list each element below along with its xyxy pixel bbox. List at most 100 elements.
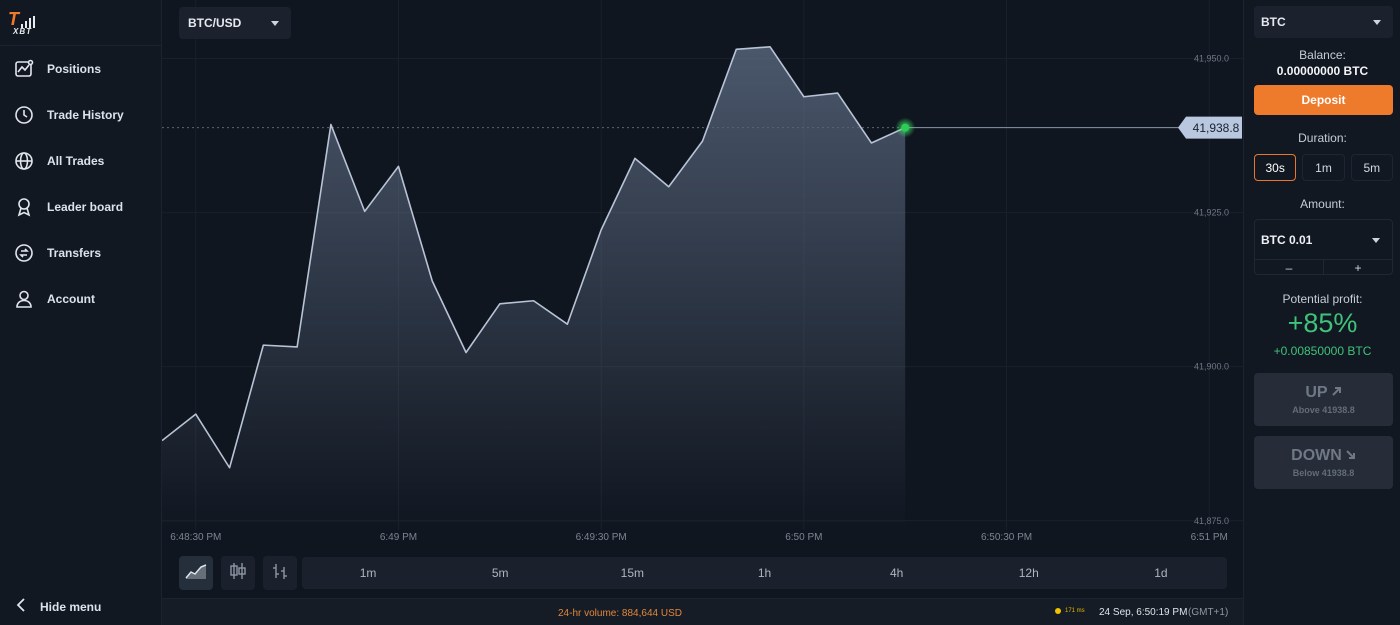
duration-selector: 30s 1m 5m [1254, 154, 1393, 181]
arrow-down-right-icon [1345, 447, 1356, 465]
x-tick-label: 6:49:30 PM [576, 532, 627, 543]
timeframe-1d[interactable]: 1d [1095, 557, 1227, 589]
up-button-title: UP [1305, 384, 1341, 402]
sidebar-item-label: Account [47, 292, 95, 306]
duration-1m[interactable]: 1m [1302, 154, 1345, 181]
logo-brand-text: XBT [13, 26, 32, 36]
pair-select-label: BTC/USD [188, 16, 242, 30]
line-chart-icon [185, 562, 207, 585]
current-price-marker [901, 123, 910, 132]
ping-value: 171 ms [1065, 608, 1085, 614]
y-tick-label: 41,950.0 [1194, 54, 1229, 64]
timeframe-4h[interactable]: 4h [831, 557, 963, 589]
ping-indicator: 171 ms [1055, 608, 1085, 614]
x-tick-label: 6:50 PM [785, 532, 822, 543]
user-icon [14, 289, 34, 309]
status-dot-icon [1055, 608, 1061, 614]
sidebar-nav: Positions Trade History All Trades Leade… [0, 46, 161, 322]
timeframe-1h[interactable]: 1h [698, 557, 830, 589]
timeframe-selector: 1m 5m 15m 1h 4h 12h 1d [302, 557, 1227, 589]
transfer-icon [14, 243, 34, 263]
amount-label: Amount: [1300, 197, 1345, 211]
x-tick-label: 6:48:30 PM [170, 532, 221, 543]
globe-icon [14, 151, 34, 171]
price-area-fill [162, 46, 906, 530]
up-button[interactable]: UP Above 41938.8 [1254, 373, 1393, 426]
amount-select[interactable]: BTC 0.01 – + [1254, 219, 1393, 275]
line-chart-button[interactable] [179, 556, 213, 590]
chart-type-controls [179, 556, 297, 590]
profit-amount: +0.00850000 BTC [1273, 344, 1372, 358]
timeframe-1m[interactable]: 1m [302, 557, 434, 589]
amount-decrease-button[interactable]: – [1255, 260, 1324, 275]
duration-30s[interactable]: 30s [1254, 154, 1297, 181]
logo-mark: T XBT [8, 10, 35, 36]
ribbon-icon [14, 197, 34, 217]
candlestick-icon [227, 562, 249, 585]
timeframe-15m[interactable]: 15m [566, 557, 698, 589]
timeframe-5m[interactable]: 5m [434, 557, 566, 589]
amount-stepper: – + [1255, 259, 1392, 275]
deposit-button[interactable]: Deposit [1254, 85, 1393, 115]
chart-area: 41,938.8 41,950.0 41,925.0 41,900.0 41,875.… [162, 0, 1243, 625]
logo[interactable]: T XBT [0, 0, 161, 46]
timeframe-12h[interactable]: 12h [963, 557, 1095, 589]
logo-t-glyph: T [8, 8, 19, 29]
y-tick-label: 41,875.0 [1194, 516, 1229, 526]
profit-label: Potential profit: [1282, 292, 1363, 306]
server-time: 24 Sep, 6:50:19 PM [1099, 607, 1188, 618]
down-button-threshold: Below 41938.8 [1292, 468, 1355, 478]
y-tick-label: 41,900.0 [1194, 362, 1229, 372]
sidebar: T XBT Positions Trade History All Trades… [0, 0, 162, 625]
volume-24h: 24-hr volume: 884,644 USD [558, 608, 682, 619]
sidebar-item-label: Positions [47, 62, 102, 76]
sidebar-item-account[interactable]: Account [0, 276, 161, 322]
hide-menu-button[interactable]: Hide menu [0, 589, 161, 625]
pair-select[interactable]: BTC/USD [179, 7, 291, 39]
current-price-tag: 41,938.8 [1178, 116, 1242, 139]
clock-icon [14, 105, 34, 125]
profit-percentage: +85% [1287, 308, 1358, 338]
x-tick-label: 6:50:30 PM [981, 532, 1032, 543]
status-bar: 24-hr volume: 884,644 USD 171 ms 24 Sep,… [162, 598, 1243, 625]
asset-select[interactable]: BTC [1254, 6, 1393, 38]
sidebar-item-label: Trade History [47, 108, 124, 122]
arrow-up-right-icon [1331, 384, 1342, 402]
duration-label: Duration: [1298, 131, 1347, 145]
chevron-down-icon [1373, 19, 1381, 25]
sidebar-item-transfers[interactable]: Transfers [0, 230, 161, 276]
x-tick-label: 6:51 PM [1191, 532, 1228, 543]
sidebar-item-label: All Trades [47, 154, 105, 168]
down-button-label: DOWN [1291, 447, 1342, 464]
balance-value: 0.00000000 BTC [1276, 64, 1369, 78]
chevron-down-icon [1372, 238, 1380, 243]
candlestick-button[interactable] [221, 556, 255, 590]
balance-label: Balance: [1299, 48, 1346, 62]
asset-select-label: BTC [1261, 15, 1286, 29]
sidebar-item-label: Leader board [47, 200, 124, 214]
duration-5m[interactable]: 5m [1350, 154, 1393, 181]
down-button-title: DOWN [1291, 447, 1356, 465]
positions-chart-icon [14, 59, 34, 79]
sidebar-item-label: Transfers [47, 246, 102, 260]
amount-value: BTC 0.01 [1261, 233, 1313, 247]
up-button-label: UP [1305, 384, 1328, 401]
hide-menu-label: Hide menu [40, 600, 102, 614]
bar-chart-button[interactable] [263, 556, 297, 590]
sidebar-item-positions[interactable]: Positions [0, 46, 161, 92]
price-chart[interactable]: 41,938.8 41,950.0 41,925.0 41,900.0 41,875.… [162, 0, 1243, 550]
sidebar-item-trade-history[interactable]: Trade History [0, 92, 161, 138]
y-tick-label: 41,925.0 [1194, 208, 1229, 218]
app-root: T XBT Positions Trade History All Trades… [0, 0, 1400, 625]
up-button-threshold: Above 41938.8 [1292, 405, 1355, 415]
x-tick-label: 6:49 PM [380, 532, 417, 543]
amount-increase-button[interactable]: + [1324, 260, 1392, 275]
timezone: (GMT+1) [1188, 607, 1229, 618]
trade-panel: BTC Balance: 0.00000000 BTC Deposit Dura… [1243, 0, 1400, 625]
sidebar-item-all-trades[interactable]: All Trades [0, 138, 161, 184]
down-button[interactable]: DOWN Below 41938.8 [1254, 436, 1393, 489]
chevron-down-icon [271, 20, 279, 26]
chevron-left-icon [16, 597, 26, 617]
bar-chart-icon [269, 562, 291, 585]
sidebar-item-leader-board[interactable]: Leader board [0, 184, 161, 230]
